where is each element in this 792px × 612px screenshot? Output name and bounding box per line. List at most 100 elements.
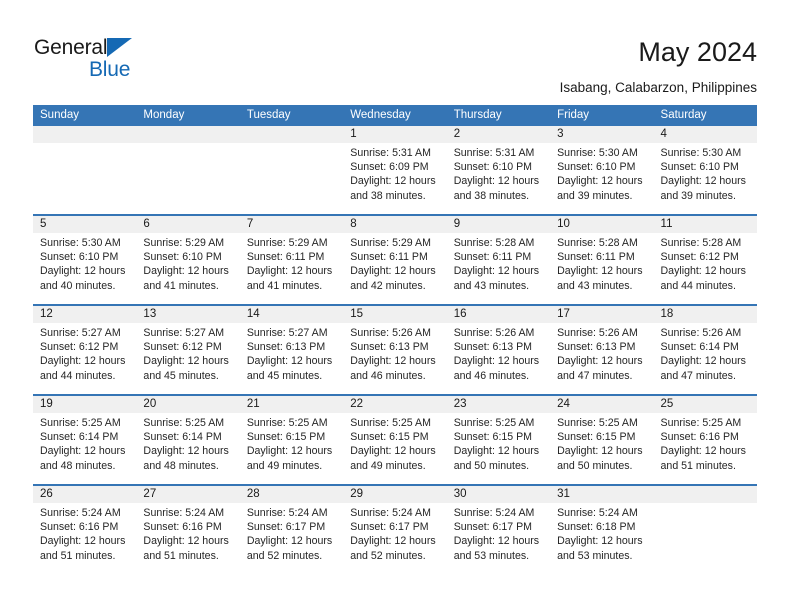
- day-cell-1[interactable]: Sunrise: 5:31 AM Sunset: 6:09 PM Daylight:…: [343, 143, 446, 214]
- day-number-9[interactable]: 9: [447, 216, 550, 233]
- day-number-16[interactable]: 16: [447, 306, 550, 323]
- day-cell-13[interactable]: Sunrise: 5:27 AM Sunset: 6:12 PM Daylight:…: [136, 323, 239, 394]
- sunset-text: Sunset: 6:13 PM: [246, 341, 326, 354]
- day-number-2[interactable]: 2: [447, 126, 550, 143]
- day-number-6[interactable]: 6: [136, 216, 239, 233]
- sunset-text: Sunset: 6:10 PM: [660, 161, 739, 174]
- daylight-text: Daylight: 12 hours: [350, 535, 436, 548]
- daylight-text: Daylight: 12 hours: [557, 535, 643, 548]
- day-cell-12[interactable]: Sunrise: 5:27 AM Sunset: 6:12 PM Daylight:…: [33, 323, 136, 394]
- day-cell-5[interactable]: Sunrise: 5:30 AM Sunset: 6:10 PM Daylight:…: [33, 233, 136, 304]
- sunset-text: Sunset: 6:16 PM: [660, 431, 739, 444]
- day-cell-31[interactable]: Sunrise: 5:24 AM Sunset: 6:18 PM Daylight:…: [550, 503, 653, 574]
- daylight-text: and 51 minutes.: [40, 549, 116, 562]
- day-cell-19[interactable]: Sunrise: 5:25 AM Sunset: 6:14 PM Daylight:…: [33, 413, 136, 484]
- day-number-4[interactable]: 4: [654, 126, 757, 143]
- day-number-1[interactable]: 1: [343, 126, 446, 143]
- day-cell-23[interactable]: Sunrise: 5:25 AM Sunset: 6:15 PM Daylight:…: [447, 413, 550, 484]
- day-number-17[interactable]: 17: [550, 306, 653, 323]
- sunrise-text: Sunrise: 5:27 AM: [143, 327, 225, 339]
- sunrise-text: Sunrise: 5:26 AM: [557, 327, 638, 339]
- day-number-29[interactable]: 29: [343, 486, 446, 503]
- daylight-text: and 41 minutes.: [246, 279, 323, 292]
- day-cell-9[interactable]: Sunrise: 5:28 AM Sunset: 6:11 PM Daylight:…: [447, 233, 550, 304]
- day-number-11[interactable]: 11: [654, 216, 757, 233]
- day-number-30[interactable]: 30: [447, 486, 550, 503]
- daylight-text: and 48 minutes.: [40, 459, 116, 472]
- day-number-14[interactable]: 14: [240, 306, 343, 323]
- daylight-text: Daylight: 12 hours: [350, 445, 436, 458]
- sunrise-text: Sunrise: 5:25 AM: [246, 417, 328, 429]
- day-number-13[interactable]: 13: [136, 306, 239, 323]
- day-cell-25[interactable]: Sunrise: 5:25 AM Sunset: 6:16 PM Daylight:…: [654, 413, 757, 484]
- calendar-week-row: 12 13 14 15 16 17 18 Sunrise: 5:27 AM Sunset: 6:…: [33, 306, 757, 396]
- calendar-weeks-container: 1 2 3 4 Sunrise: 5:31 AM Sunset: 6:09 PM Dayli…: [33, 126, 757, 574]
- day-cell-11[interactable]: Sunrise: 5:28 AM Sunset: 6:12 PM Daylight:…: [654, 233, 757, 304]
- day-number-18[interactable]: 18: [654, 306, 757, 323]
- day-number-24[interactable]: 24: [550, 396, 653, 413]
- day-number-22[interactable]: 22: [343, 396, 446, 413]
- day-cell-16[interactable]: Sunrise: 5:26 AM Sunset: 6:13 PM Daylight:…: [447, 323, 550, 394]
- day-number-7[interactable]: 7: [240, 216, 343, 233]
- day-cell-28[interactable]: Sunrise: 5:24 AM Sunset: 6:17 PM Daylight:…: [240, 503, 343, 574]
- day-cell-10[interactable]: Sunrise: 5:28 AM Sunset: 6:11 PM Daylight:…: [550, 233, 653, 304]
- sunrise-text: Sunrise: 5:31 AM: [350, 147, 431, 159]
- day-cell-empty: [654, 503, 757, 574]
- daylight-text: Daylight: 12 hours: [143, 535, 229, 548]
- day-cell-8[interactable]: Sunrise: 5:29 AM Sunset: 6:11 PM Daylight:…: [343, 233, 446, 304]
- day-number-31[interactable]: 31: [550, 486, 653, 503]
- day-number-19[interactable]: 19: [33, 396, 136, 413]
- sunset-text: Sunset: 6:15 PM: [246, 431, 326, 444]
- day-cell-14[interactable]: Sunrise: 5:27 AM Sunset: 6:13 PM Daylight:…: [240, 323, 343, 394]
- sunrise-text: Sunrise: 5:29 AM: [246, 237, 328, 249]
- day-cell-6[interactable]: Sunrise: 5:29 AM Sunset: 6:10 PM Daylight:…: [136, 233, 239, 304]
- sunrise-text: Sunrise: 5:28 AM: [453, 237, 535, 249]
- sunrise-text: Sunrise: 5:25 AM: [660, 417, 742, 429]
- daylight-text: Daylight: 12 hours: [246, 535, 333, 548]
- day-cell-30[interactable]: Sunrise: 5:24 AM Sunset: 6:17 PM Daylight:…: [447, 503, 550, 574]
- day-number-25[interactable]: 25: [654, 396, 757, 413]
- daylight-text: Daylight: 12 hours: [40, 265, 126, 278]
- sunrise-text: Sunrise: 5:24 AM: [246, 507, 328, 519]
- day-number-8[interactable]: 8: [343, 216, 446, 233]
- day-cell-20[interactable]: Sunrise: 5:25 AM Sunset: 6:14 PM Daylight:…: [136, 413, 239, 484]
- day-cell-29[interactable]: Sunrise: 5:24 AM Sunset: 6:17 PM Daylight:…: [343, 503, 446, 574]
- weekday-header-saturday: Saturday: [660, 109, 707, 121]
- day-cell-22[interactable]: Sunrise: 5:25 AM Sunset: 6:15 PM Daylight:…: [343, 413, 446, 484]
- sunrise-text: Sunrise: 5:25 AM: [557, 417, 638, 429]
- logo-triangle-icon: [107, 38, 132, 57]
- day-number-28[interactable]: 28: [240, 486, 343, 503]
- day-cell-18[interactable]: Sunrise: 5:26 AM Sunset: 6:14 PM Daylight:…: [654, 323, 757, 394]
- day-cell-4[interactable]: Sunrise: 5:30 AM Sunset: 6:10 PM Daylight:…: [654, 143, 757, 214]
- day-cell-24[interactable]: Sunrise: 5:25 AM Sunset: 6:15 PM Daylight:…: [550, 413, 653, 484]
- daylight-text: Daylight: 12 hours: [557, 445, 643, 458]
- day-number-26[interactable]: 26: [33, 486, 136, 503]
- day-cell-26[interactable]: Sunrise: 5:24 AM Sunset: 6:16 PM Daylight:…: [33, 503, 136, 574]
- day-cell-21[interactable]: Sunrise: 5:25 AM Sunset: 6:15 PM Daylight:…: [240, 413, 343, 484]
- daylight-text: Daylight: 12 hours: [143, 445, 229, 458]
- daylight-text: Daylight: 12 hours: [453, 175, 540, 188]
- day-number-15[interactable]: 15: [343, 306, 446, 323]
- day-cell-27[interactable]: Sunrise: 5:24 AM Sunset: 6:16 PM Daylight:…: [136, 503, 239, 574]
- sunrise-text: Sunrise: 5:27 AM: [40, 327, 121, 339]
- day-cell-2[interactable]: Sunrise: 5:31 AM Sunset: 6:10 PM Daylight:…: [447, 143, 550, 214]
- day-number-5[interactable]: 5: [33, 216, 136, 233]
- sunrise-text: Sunrise: 5:25 AM: [453, 417, 535, 429]
- day-number-21[interactable]: 21: [240, 396, 343, 413]
- day-cell-7[interactable]: Sunrise: 5:29 AM Sunset: 6:11 PM Daylight:…: [240, 233, 343, 304]
- calendar-week-row: 26 27 28 29 30 31 Sunrise: 5:24 AM Sunset: 6:16…: [33, 486, 757, 574]
- day-cell-15[interactable]: Sunrise: 5:26 AM Sunset: 6:13 PM Daylight:…: [343, 323, 446, 394]
- logo-text-blue: Blue: [89, 58, 131, 81]
- calendar-page: General Blue May 2024 Isabang, Calabarzo…: [0, 0, 792, 612]
- sunrise-text: Sunrise: 5:30 AM: [40, 237, 121, 249]
- day-cell-3[interactable]: Sunrise: 5:30 AM Sunset: 6:10 PM Daylight:…: [550, 143, 653, 214]
- day-number-10[interactable]: 10: [550, 216, 653, 233]
- day-number-27[interactable]: 27: [136, 486, 239, 503]
- day-number-23[interactable]: 23: [447, 396, 550, 413]
- day-number-12[interactable]: 12: [33, 306, 136, 323]
- general-blue-logo[interactable]: General Blue: [34, 36, 164, 84]
- day-number-3[interactable]: 3: [550, 126, 653, 143]
- day-cell-17[interactable]: Sunrise: 5:26 AM Sunset: 6:13 PM Daylight:…: [550, 323, 653, 394]
- day-number-empty: [136, 126, 239, 143]
- day-number-20[interactable]: 20: [136, 396, 239, 413]
